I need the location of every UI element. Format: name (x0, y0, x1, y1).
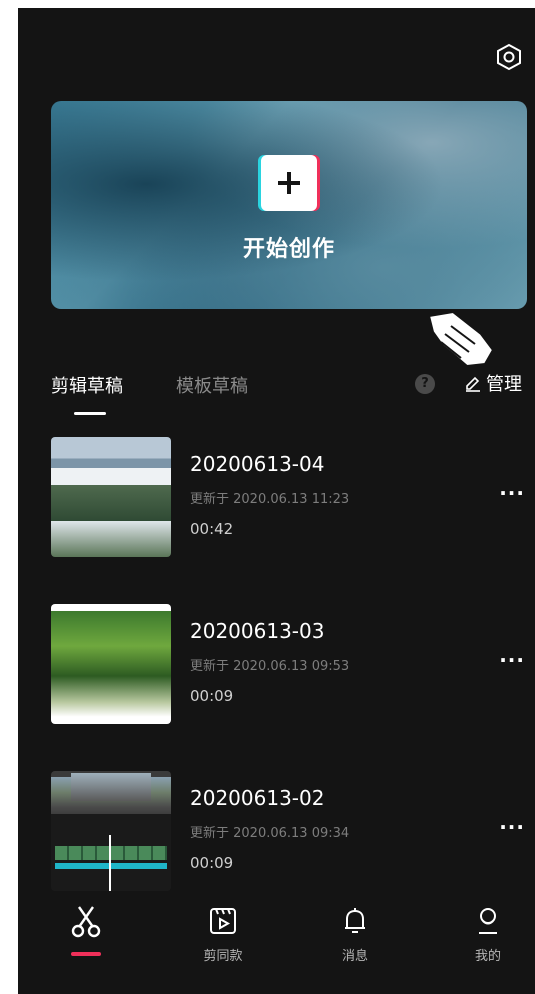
draft-duration: 00:09 (190, 687, 234, 705)
nav-active-indicator (71, 952, 101, 956)
draft-updated-time: 更新于 2020.06.13 09:53 (190, 659, 350, 674)
bottom-navigation: 剪同款 消息 我的 (18, 905, 535, 985)
help-icon[interactable]: ? (415, 374, 435, 394)
settings-button[interactable] (495, 43, 523, 71)
draft-thumbnail[interactable] (51, 771, 171, 891)
app-screen: 开始创作 剪辑草稿 模板草稿 ? 管理 20200613-04 更新于 2020… (18, 8, 535, 994)
nav-messages[interactable]: 消息 (315, 905, 395, 964)
profile-icon (479, 908, 497, 934)
draft-updated-time: 更新于 2020.06.13 11:23 (190, 492, 350, 507)
thumbnail-road-preview (71, 773, 151, 801)
thumbnail-timeline-strip (55, 846, 167, 860)
start-creating-label: 开始创作 (242, 237, 335, 262)
nav-profile[interactable]: 我的 (448, 905, 528, 964)
bell-icon (345, 908, 365, 933)
more-options-icon[interactable]: ··· (499, 648, 525, 672)
plus-icon (261, 155, 317, 211)
manage-button[interactable]: 管理 (464, 370, 522, 396)
draft-duration: 00:42 (190, 520, 234, 538)
scissors-icon (71, 906, 101, 938)
nav-label: 剪同款 (203, 949, 243, 964)
tab-edit-drafts[interactable]: 剪辑草稿 (51, 372, 123, 398)
draft-item[interactable]: 20200613-04 更新于 2020.06.13 11:23 00:42 ·… (18, 437, 535, 559)
draft-item[interactable]: 20200613-02 更新于 2020.06.13 09:34 00:09 ·… (18, 771, 535, 893)
template-play-icon (210, 908, 236, 934)
draft-item[interactable]: 20200613-03 更新于 2020.06.13 09:53 00:09 ·… (18, 604, 535, 726)
pointing-hand-icon (423, 306, 503, 370)
start-creating-banner[interactable]: 开始创作 (51, 101, 527, 309)
draft-thumbnail[interactable] (51, 604, 171, 724)
thumbnail-audio-strip (55, 863, 167, 869)
draft-title: 20200613-04 (190, 452, 325, 476)
more-options-icon[interactable]: ··· (499, 815, 525, 839)
edit-pencil-icon (466, 376, 480, 392)
draft-title: 20200613-02 (190, 786, 325, 810)
more-options-icon[interactable]: ··· (499, 481, 525, 505)
draft-tabs: 剪辑草稿 模板草稿 ? 管理 (18, 368, 535, 418)
manage-label: 管理 (486, 374, 522, 395)
nav-label: 我的 (474, 949, 501, 964)
draft-title: 20200613-03 (190, 619, 325, 643)
draft-duration: 00:09 (190, 854, 234, 872)
nav-template[interactable]: 剪同款 (183, 905, 263, 964)
draft-updated-time: 更新于 2020.06.13 09:34 (190, 826, 350, 841)
thumbnail-playhead (109, 835, 111, 891)
nav-label: 消息 (341, 949, 368, 964)
draft-thumbnail[interactable] (51, 437, 171, 557)
settings-hexagon-icon (497, 43, 521, 71)
tab-template-drafts[interactable]: 模板草稿 (176, 372, 248, 398)
tab-active-underline (74, 412, 106, 415)
nav-edit[interactable] (46, 905, 126, 947)
